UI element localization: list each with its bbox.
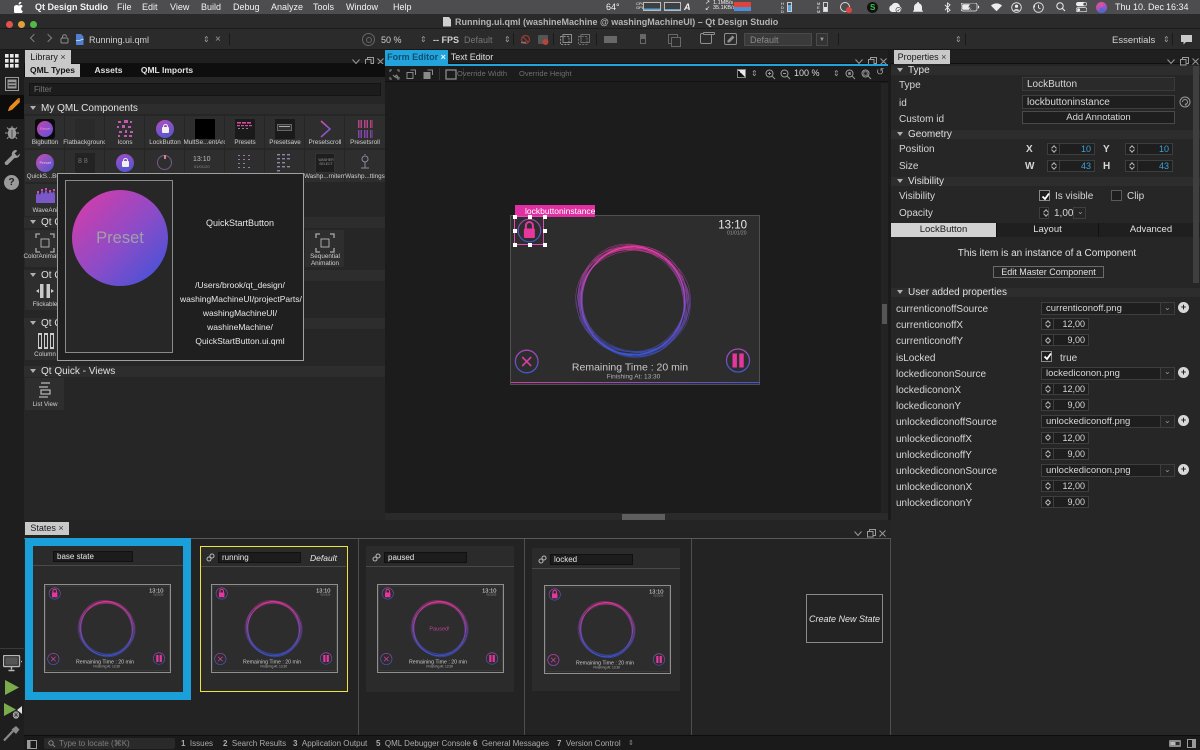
svg-text:Paused!: Paused! xyxy=(429,626,450,632)
